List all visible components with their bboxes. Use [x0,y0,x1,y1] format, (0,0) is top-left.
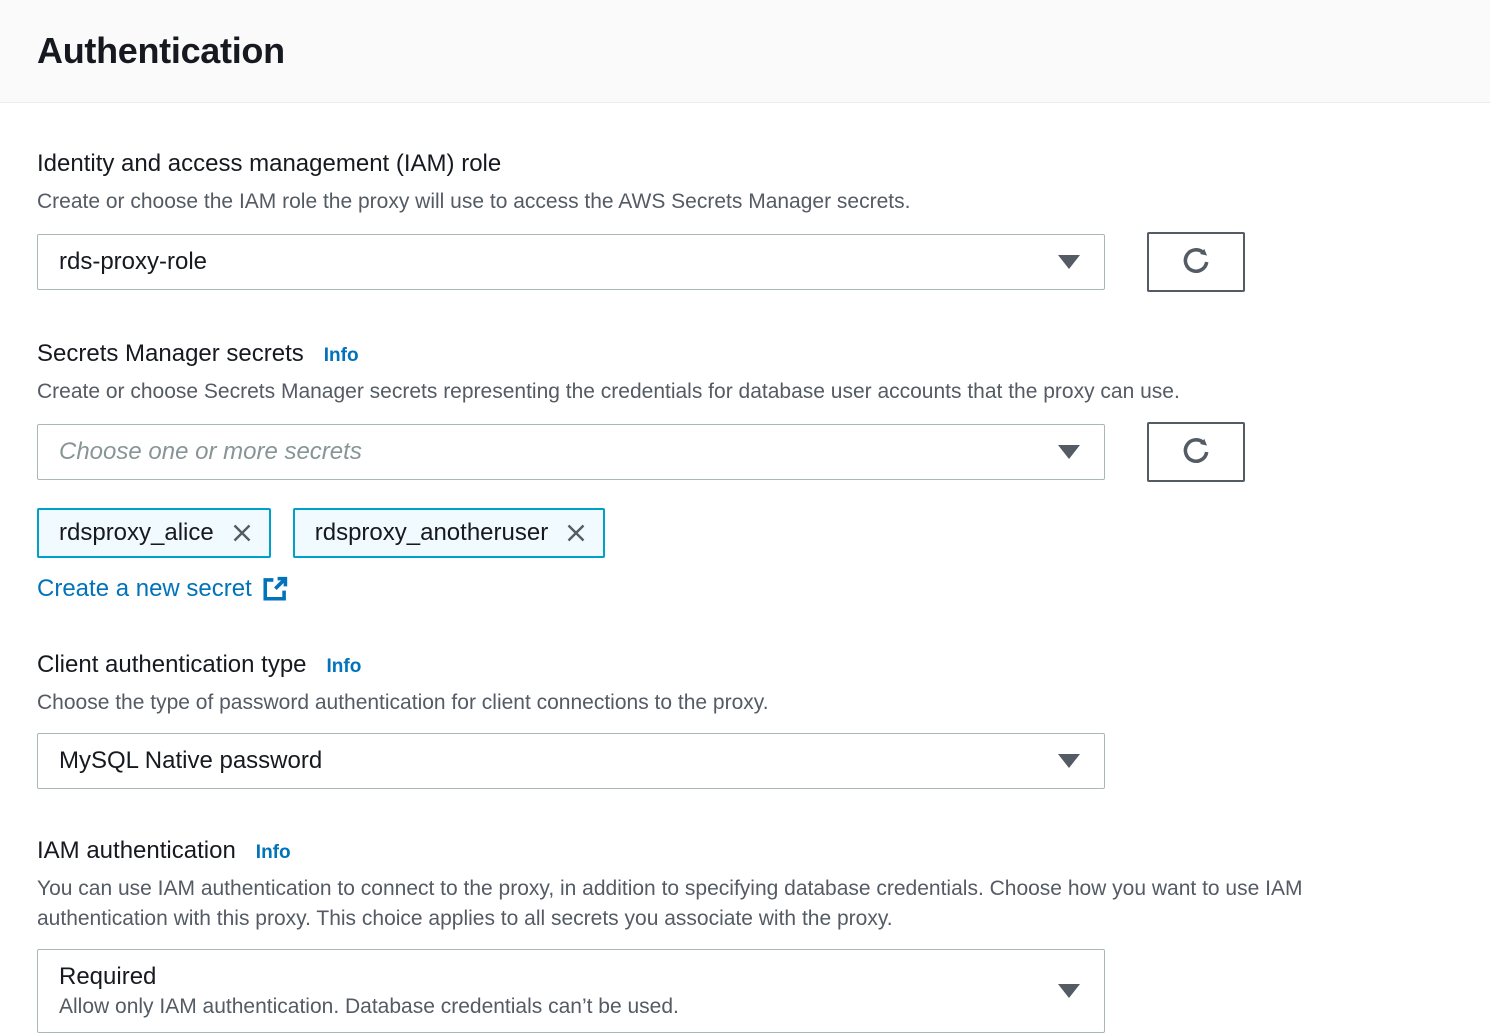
iam-role-select[interactable]: rds-proxy-role [37,234,1105,290]
iam-auth-label: IAM authentication [37,835,236,867]
iam-role-description: Create or choose the IAM role the proxy … [37,187,1453,217]
field-client-auth-type: Client authentication type Info Choose t… [37,649,1453,789]
external-link-icon [262,576,288,602]
create-new-secret-link[interactable]: Create a new secret [37,575,288,603]
chevron-down-icon [1058,255,1080,269]
chevron-down-icon [1058,754,1080,768]
secrets-description: Create or choose Secrets Manager secrets… [37,377,1453,407]
client-auth-info-link[interactable]: Info [327,656,362,678]
chevron-down-icon [1058,445,1080,459]
secrets-placeholder: Choose one or more secrets [59,438,362,466]
iam-auth-selected-value: Required [59,961,679,993]
refresh-icon [1181,247,1211,277]
secrets-info-link[interactable]: Info [324,345,359,367]
page-title: Authentication [37,30,285,72]
client-auth-selected-value: MySQL Native password [59,747,322,775]
secret-token-label: rdsproxy_alice [59,519,214,547]
remove-secret-button[interactable] [230,521,254,545]
client-auth-label: Client authentication type [37,649,307,681]
field-iam-authentication: IAM authentication Info You can use IAM … [37,835,1453,1033]
secret-token: rdsproxy_anotheruser [293,508,605,558]
client-auth-description: Choose the type of password authenticati… [37,688,1453,718]
secrets-label: Secrets Manager secrets [37,338,304,370]
iam-auth-select[interactable]: Required Allow only IAM authentication. … [37,949,1105,1033]
remove-secret-button[interactable] [564,521,588,545]
field-secrets: Secrets Manager secrets Info Create or c… [37,338,1453,603]
iam-role-refresh-button[interactable] [1147,232,1245,292]
field-iam-role: Identity and access management (IAM) rol… [37,148,1453,292]
iam-auth-info-link[interactable]: Info [256,842,291,864]
iam-role-selected-value: rds-proxy-role [59,248,207,276]
iam-auth-description: You can use IAM authentication to connec… [37,874,1437,934]
section-header: Authentication [0,0,1490,103]
secret-token-label: rdsproxy_anotheruser [315,519,548,547]
close-icon [564,521,588,545]
authentication-form: Identity and access management (IAM) rol… [0,103,1490,1033]
selected-secrets-token-row: rdsproxy_alice rdsproxy_anotheruser [37,508,1453,558]
refresh-icon [1181,437,1211,467]
chevron-down-icon [1058,984,1080,998]
iam-role-label: Identity and access management (IAM) rol… [37,148,501,180]
secrets-refresh-button[interactable] [1147,422,1245,482]
create-new-secret-label: Create a new secret [37,575,252,603]
iam-auth-selected-description: Allow only IAM authentication. Database … [59,993,679,1021]
secret-token: rdsproxy_alice [37,508,271,558]
client-auth-select[interactable]: MySQL Native password [37,733,1105,789]
secrets-select[interactable]: Choose one or more secrets [37,424,1105,480]
close-icon [230,521,254,545]
